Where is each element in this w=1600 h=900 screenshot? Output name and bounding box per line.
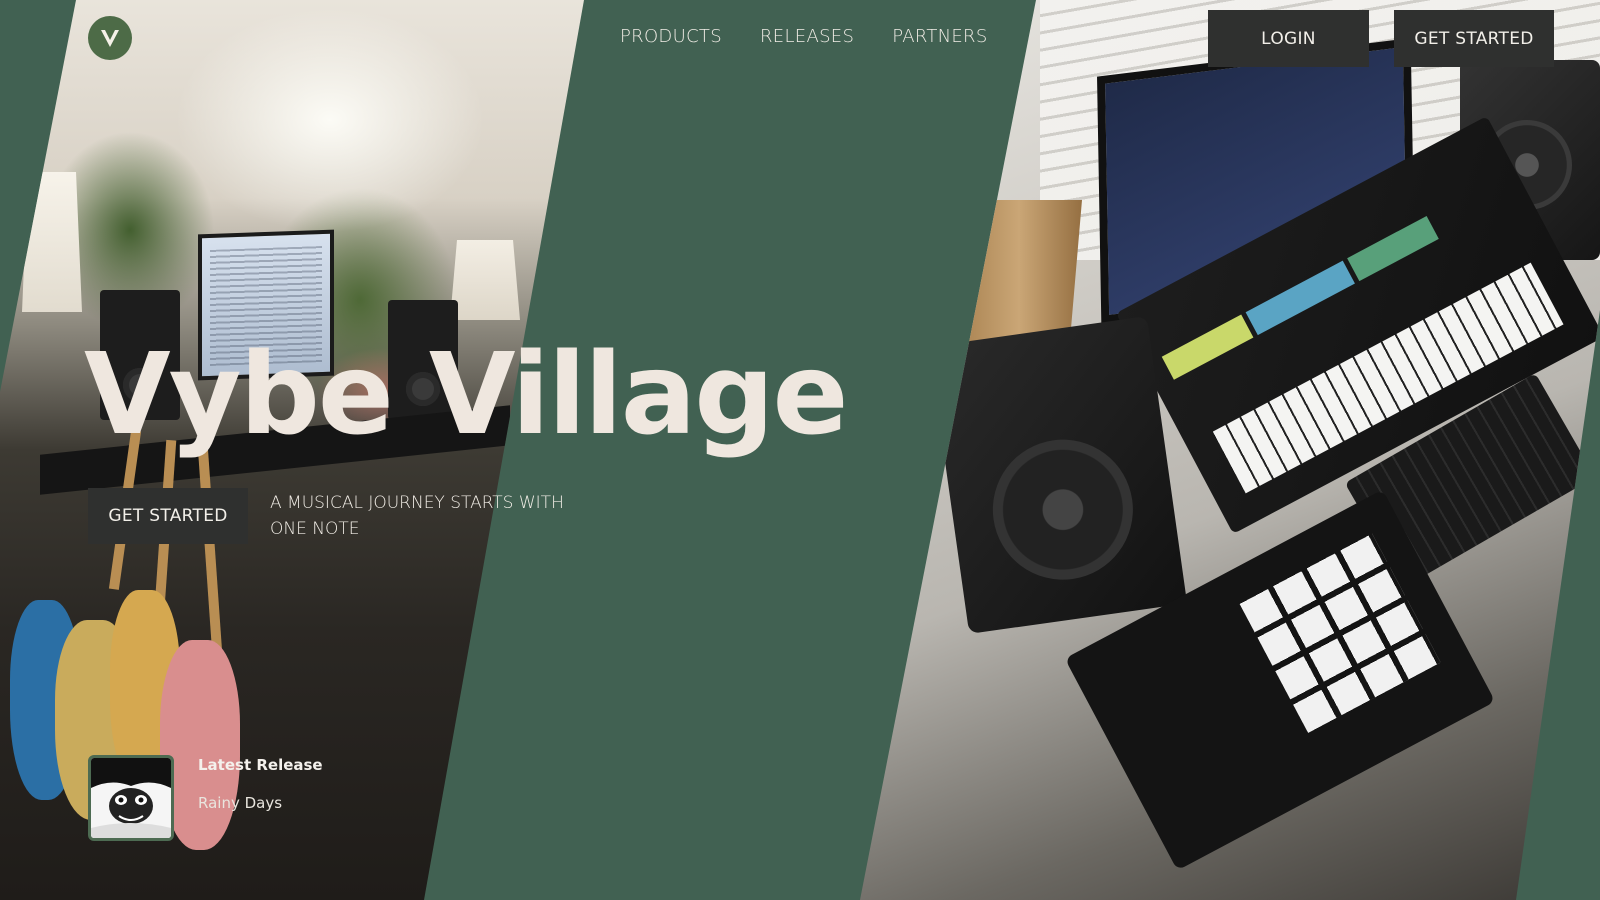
- hero-tagline: A MUSICAL JOURNEY STARTS WITH ONE NOTE: [270, 493, 564, 539]
- main-nav: PRODUCTS RELEASES PARTNERS: [620, 26, 988, 47]
- page: PRODUCTS RELEASES PARTNERS LOGIN GET STA…: [0, 0, 1600, 900]
- nav-partners[interactable]: PARTNERS: [892, 26, 987, 47]
- drum-pads: [1237, 530, 1441, 733]
- release-cover-art[interactable]: [88, 755, 174, 841]
- studio-photo-right: [860, 0, 1600, 900]
- latest-release-title[interactable]: Rainy Days: [198, 794, 282, 812]
- latest-release-label: Latest Release: [198, 756, 323, 774]
- nav-releases[interactable]: RELEASES: [760, 26, 854, 47]
- lamp-shade-right: [450, 240, 520, 320]
- header-get-started-button[interactable]: GET STARTED: [1394, 10, 1554, 67]
- hero-title: Vybe Village: [84, 330, 848, 460]
- hero-get-started-button[interactable]: GET STARTED: [88, 488, 248, 544]
- v-monogram-icon: [101, 29, 119, 47]
- speaker: [928, 316, 1188, 634]
- cover-art-image: [91, 758, 171, 838]
- login-button[interactable]: LOGIN: [1208, 10, 1369, 67]
- nav-products[interactable]: PRODUCTS: [620, 26, 722, 47]
- lamp-shade: [22, 172, 82, 312]
- logo[interactable]: [88, 16, 132, 60]
